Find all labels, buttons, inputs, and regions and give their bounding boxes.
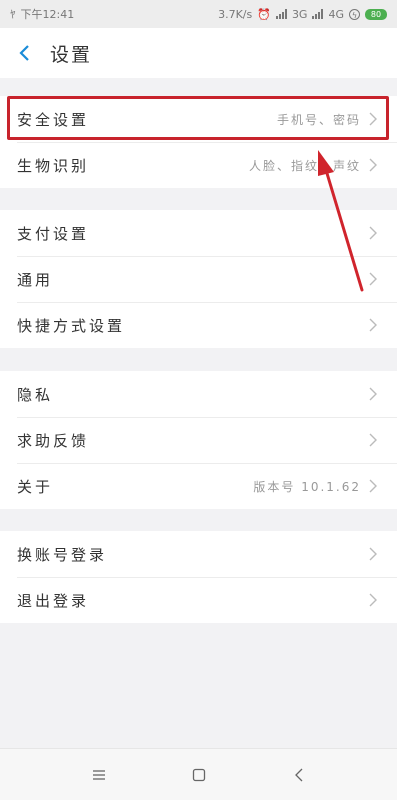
- chevron-right-icon: [369, 386, 381, 402]
- chevron-right-icon: [369, 111, 381, 127]
- signal-icon: [275, 9, 287, 19]
- alarm-icon: ⏰: [257, 7, 271, 21]
- row-label: 生物识别: [17, 156, 90, 175]
- menu-icon[interactable]: [84, 760, 114, 790]
- chevron-right-icon: [369, 432, 381, 448]
- row-label: 关于: [17, 477, 54, 496]
- home-square-icon[interactable]: [184, 760, 214, 790]
- settings-group-account: 换账号登录 退出登录: [0, 531, 397, 623]
- settings-group-general: 支付设置 通用 快捷方式设置: [0, 210, 397, 348]
- row-label: 隐私: [17, 385, 54, 404]
- settings-row-security[interactable]: 安全设置 手机号、密码: [0, 96, 397, 142]
- chevron-right-icon: [369, 317, 381, 333]
- status-time: 下午12:41: [20, 8, 75, 21]
- settings-group-info: 隐私 求助反馈 关于 版本号 10.1.62: [0, 371, 397, 509]
- row-label: 安全设置: [17, 110, 90, 129]
- settings-row-about[interactable]: 关于 版本号 10.1.62: [0, 463, 397, 509]
- notification-icon: ﾔ: [10, 8, 16, 21]
- version-value: 版本号 10.1.62: [253, 479, 361, 494]
- network-speed: 3.7K/s: [218, 7, 253, 21]
- settings-row-biometrics[interactable]: 生物识别 人脸、指纹、声纹: [0, 142, 397, 188]
- status-left: ﾔ 下午12:41: [10, 6, 74, 22]
- settings-row-logout[interactable]: 退出登录: [0, 577, 397, 623]
- charging-icon: ϟ: [349, 8, 360, 20]
- chevron-left-icon[interactable]: [4, 28, 44, 78]
- settings-row-privacy[interactable]: 隐私: [0, 371, 397, 417]
- row-label: 支付设置: [17, 224, 90, 243]
- chevron-right-icon: [369, 271, 381, 287]
- settings-row-shortcuts[interactable]: 快捷方式设置: [0, 302, 397, 348]
- status-bar: ﾔ 下午12:41 3.7K/s ⏰ 3G 4G ϟ 80: [0, 0, 397, 28]
- row-value: 人脸、指纹、声纹: [248, 158, 361, 173]
- chevron-right-icon: [369, 157, 381, 173]
- row-label: 换账号登录: [17, 545, 108, 564]
- page-title: 设置: [50, 43, 93, 66]
- battery-icon: 80: [365, 8, 387, 20]
- row-label: 退出登录: [17, 591, 90, 610]
- back-triangle-icon[interactable]: [284, 760, 314, 790]
- chevron-right-icon: [369, 225, 381, 241]
- chevron-right-icon: [369, 478, 381, 494]
- chevron-right-icon: [369, 592, 381, 608]
- header: 设置: [0, 28, 397, 78]
- row-label: 快捷方式设置: [17, 316, 126, 335]
- row-label: 通用: [17, 270, 54, 289]
- settings-row-payment[interactable]: 支付设置: [0, 210, 397, 256]
- settings-row-general[interactable]: 通用: [0, 256, 397, 302]
- row-label: 求助反馈: [17, 431, 90, 450]
- settings-group-security: 安全设置 手机号、密码 生物识别 人脸、指纹、声纹: [0, 96, 397, 188]
- system-nav-bar: [0, 748, 397, 800]
- settings-row-feedback[interactable]: 求助反馈: [0, 417, 397, 463]
- signal-icon-2: [312, 9, 324, 19]
- network-3g: 3G: [291, 7, 308, 21]
- row-value: 手机号、密码: [276, 112, 361, 127]
- settings-row-switch-account[interactable]: 换账号登录: [0, 531, 397, 577]
- network-4g: 4G: [328, 7, 344, 21]
- status-right: 3.7K/s ⏰ 3G 4G ϟ 80: [218, 8, 387, 21]
- chevron-right-icon: [369, 546, 381, 562]
